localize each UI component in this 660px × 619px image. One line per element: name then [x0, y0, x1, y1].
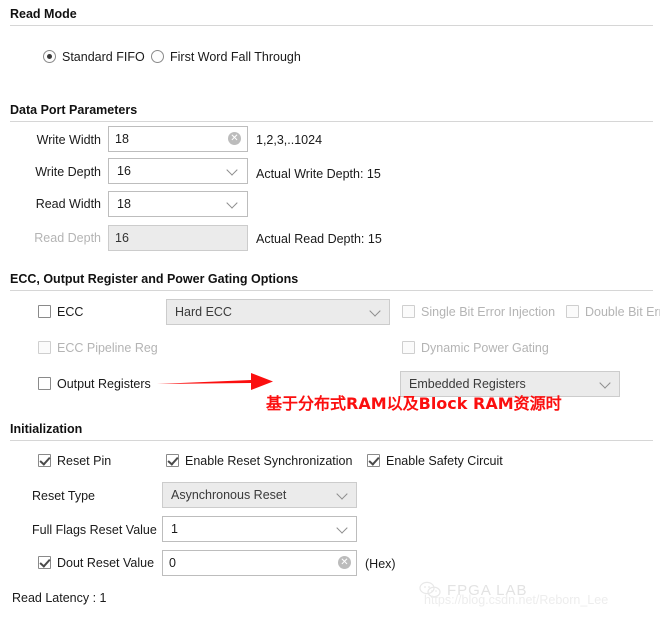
select-ecc-mode: Hard ECC: [166, 299, 390, 325]
section-title-initialization: Initialization: [10, 422, 83, 436]
hint-write-width: 1,2,3,..1024: [256, 133, 323, 147]
input-dout-reset-value[interactable]: 0: [162, 550, 357, 576]
checkbox-ecc[interactable]: [38, 305, 51, 318]
checkbox-reset-pin[interactable]: [38, 454, 51, 467]
label-enable-reset-synchronization[interactable]: Enable Reset Synchronization: [185, 454, 352, 468]
radio-standard-fifo[interactable]: [43, 50, 56, 63]
label-read-depth: Read Depth: [34, 231, 101, 245]
section-divider-data-port: [10, 121, 653, 122]
label-double-bit-error-injection: Double Bit Error Injection: [585, 305, 660, 319]
hint-write-depth: Actual Write Depth: 15: [256, 167, 381, 181]
clear-icon-dout-reset-value[interactable]: ✕: [338, 556, 351, 569]
read-latency-status: Read Latency : 1: [12, 591, 107, 605]
label-hex-note: (Hex): [365, 557, 396, 571]
label-ecc-pipeline-reg: ECC Pipeline Reg: [57, 341, 158, 355]
section-divider-read-mode: [10, 25, 653, 26]
section-divider-ecc: [10, 290, 653, 291]
input-read-depth: 16: [108, 225, 248, 251]
input-write-width[interactable]: 18: [108, 126, 248, 152]
label-dout-reset-value[interactable]: Dout Reset Value: [57, 556, 154, 570]
label-dynamic-power-gating: Dynamic Power Gating: [421, 341, 549, 355]
checkbox-enable-reset-synchronization[interactable]: [166, 454, 179, 467]
label-full-flags-reset-value: Full Flags Reset Value: [32, 523, 157, 537]
radio-label-first-word-fall-through[interactable]: First Word Fall Through: [170, 50, 301, 64]
label-ecc[interactable]: ECC: [57, 305, 83, 319]
checkbox-double-bit-error-injection: [566, 305, 579, 318]
checkbox-dout-reset-value[interactable]: [38, 556, 51, 569]
label-write-width: Write Width: [36, 133, 101, 147]
label-reset-type: Reset Type: [32, 489, 96, 503]
checkbox-output-registers[interactable]: [38, 377, 51, 390]
select-write-depth[interactable]: 16: [108, 158, 248, 184]
label-write-depth: Write Depth: [35, 165, 101, 179]
radio-label-standard-fifo[interactable]: Standard FIFO: [62, 50, 145, 64]
checkbox-ecc-pipeline-reg: [38, 341, 51, 354]
watermark-url: https://blog.csdn.net/Reborn_Lee: [424, 593, 609, 607]
radio-first-word-fall-through[interactable]: [151, 50, 164, 63]
label-reset-pin[interactable]: Reset Pin: [57, 454, 111, 468]
select-read-width[interactable]: 18: [108, 191, 248, 217]
section-title-data-port-parameters: Data Port Parameters: [10, 103, 138, 117]
label-single-bit-error-injection: Single Bit Error Injection: [421, 305, 556, 319]
checkbox-single-bit-error-injection: [402, 305, 415, 318]
label-read-width: Read Width: [35, 197, 101, 211]
section-title-ecc: ECC, Output Register and Power Gating Op…: [10, 272, 299, 286]
label-output-registers[interactable]: Output Registers: [57, 377, 151, 391]
annotation-arrow-icon: [157, 373, 273, 390]
section-title-read-mode: Read Mode: [10, 7, 77, 21]
hint-read-depth: Actual Read Depth: 15: [256, 232, 382, 246]
select-full-flags-reset-value[interactable]: 1: [162, 516, 357, 542]
select-reset-type: Asynchronous Reset: [162, 482, 357, 508]
checkbox-dynamic-power-gating: [402, 341, 415, 354]
checkbox-enable-safety-circuit[interactable]: [367, 454, 380, 467]
annotation-text: 基于分布式RAM以及Block RAM资源时: [266, 394, 562, 413]
clear-icon-write-width[interactable]: ✕: [228, 132, 241, 145]
section-divider-initialization: [10, 440, 653, 441]
label-enable-safety-circuit[interactable]: Enable Safety Circuit: [386, 454, 503, 468]
